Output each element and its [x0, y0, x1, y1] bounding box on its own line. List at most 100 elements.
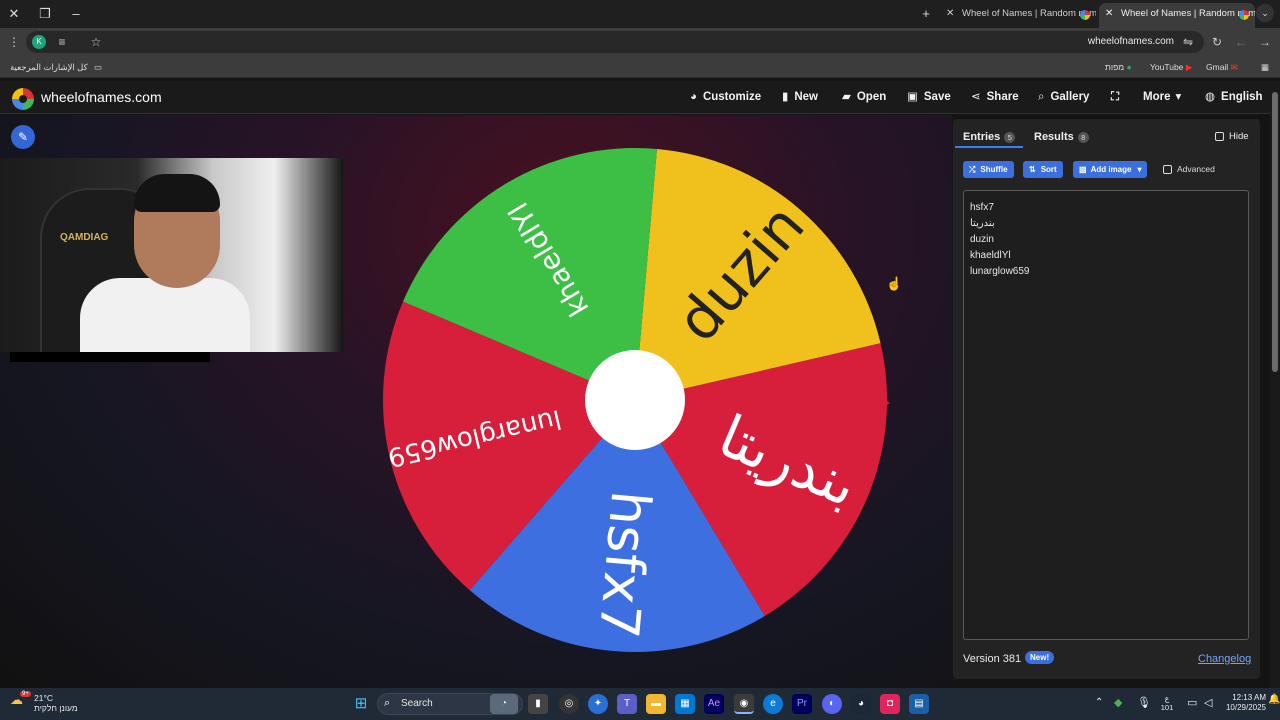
close-tab-icon[interactable]: ✕	[946, 3, 954, 25]
bookmark-youtube[interactable]: YouTube ▶	[1150, 56, 1192, 78]
app-icon[interactable]: ◎	[559, 694, 579, 714]
bookmark-gmail[interactable]: Gmail ✉	[1206, 56, 1238, 78]
person-hair	[134, 174, 220, 212]
copilot-icon[interactable]: ✦	[588, 694, 608, 714]
volume-icon[interactable]: ◁	[1204, 696, 1212, 709]
apps-grid-icon[interactable]: ▦	[1261, 56, 1269, 78]
new-button[interactable]: ▮ New	[782, 89, 818, 105]
after-effects-icon[interactable]: Ae	[704, 694, 724, 714]
save-button[interactable]: ▣ Save	[907, 89, 951, 105]
edge-icon[interactable]: e	[763, 694, 783, 714]
close-window-icon[interactable]: ✕	[4, 4, 24, 24]
tab-search-icon[interactable]: ⌄	[1256, 4, 1274, 22]
forward-arrow-icon[interactable]: →	[1255, 31, 1275, 53]
task-view-icon[interactable]: ▮	[528, 694, 548, 714]
all-bookmarks-label: كل الإشارات المرجعية	[10, 62, 88, 72]
scrollbar-thumb[interactable]	[1272, 92, 1278, 372]
globe-icon: ◍	[1205, 91, 1216, 103]
open-button[interactable]: ▰ Open	[842, 89, 886, 105]
checkbox-icon[interactable]	[1163, 165, 1172, 175]
tab-title: Wheel of Names | Random nam	[962, 8, 1096, 19]
share-label: Share	[986, 91, 1019, 103]
add-image-button[interactable]: ▨ Add image ▾	[1073, 161, 1148, 178]
app-blue-icon[interactable]: ▤	[909, 694, 929, 714]
premiere-icon[interactable]: Pr	[792, 694, 812, 714]
windows-start-icon[interactable]: ⊞	[351, 694, 371, 714]
maps-pin-icon: ●	[1126, 62, 1132, 72]
keyboard-language[interactable]: ع 101	[1160, 694, 1174, 712]
menu-kebab-icon[interactable]: ⋮	[4, 31, 24, 53]
new-label: New	[794, 91, 818, 103]
checkbox-icon[interactable]	[1215, 131, 1224, 141]
entry-line: khaeldlYl	[970, 250, 1011, 261]
store-icon[interactable]: ▦	[675, 694, 695, 714]
browser-tab[interactable]: ✕ Wheel of Names | Random nam	[940, 3, 1096, 28]
network-icon[interactable]: ▭	[1187, 696, 1197, 709]
url-text[interactable]: wheelofnames.com	[1088, 31, 1174, 53]
minimize-window-icon[interactable]: –	[66, 4, 86, 24]
bookmark-youtube-label: YouTube	[1150, 62, 1184, 72]
address-bar[interactable]	[26, 31, 1204, 53]
file-explorer-icon[interactable]: ▬	[646, 694, 666, 714]
share-button[interactable]: ⋖ Share	[971, 89, 1019, 105]
wheel-segment-label: hsfx7	[587, 488, 663, 641]
hide-checkbox[interactable]: Hide	[1215, 131, 1249, 143]
edit-pencil-icon[interactable]: ✎	[11, 125, 35, 149]
discord-icon[interactable]: ◐	[822, 694, 842, 714]
changelog-link[interactable]: Changelog	[1198, 652, 1251, 666]
close-tab-icon[interactable]: ✕	[1105, 3, 1113, 25]
bookmark-maps-label: מפות	[1105, 62, 1125, 72]
bookmark-star-icon[interactable]: ☆	[86, 31, 106, 53]
restore-window-icon[interactable]: ❐	[35, 4, 55, 24]
palette-icon: ◕	[690, 91, 697, 103]
tab-results-label: Results	[1034, 131, 1074, 143]
results-count-badge: 8	[1077, 132, 1089, 143]
notifications-icon[interactable]: 🔔	[1268, 694, 1280, 705]
chrome-icon[interactable]: ◉	[734, 694, 754, 714]
shuffle-label: Shuffle	[980, 165, 1008, 174]
advanced-checkbox[interactable]: Advanced	[1163, 164, 1215, 175]
lang-top: ع	[1164, 694, 1170, 703]
entry-line: lunarglow659	[970, 266, 1030, 277]
language-button[interactable]: ◍ English	[1205, 89, 1263, 105]
lang-bottom: 101	[1160, 703, 1174, 712]
taskbar-clock[interactable]: 12:13 AM 10/29/2025	[1224, 693, 1266, 713]
bookmark-maps[interactable]: מפות ●	[1105, 56, 1132, 78]
reload-icon[interactable]: ↻	[1207, 31, 1227, 53]
sort-label: Sort	[1040, 165, 1057, 174]
wheel-center-hub[interactable]	[585, 350, 685, 450]
weather-widget[interactable]: 21°C מעונן חלקית	[34, 693, 78, 713]
browser-tab-active[interactable]: ✕ Wheel of Names | Random nam	[1099, 3, 1255, 28]
advanced-label: Advanced	[1177, 164, 1215, 174]
profile-avatar[interactable]: K	[32, 35, 46, 49]
new-tab-icon[interactable]: +	[916, 4, 936, 24]
customize-button[interactable]: ◕ Customize	[690, 89, 761, 105]
sort-icon: ⇅	[1029, 165, 1036, 174]
spin-wheel[interactable]: duzinبندريتاhsfx7lunarglow659khaeldlYl	[380, 145, 890, 655]
youtube-icon: ▶	[1185, 62, 1193, 72]
clock-time: 12:13 AM	[1232, 693, 1266, 702]
entries-textarea[interactable]: hsfx7 بندريتا duzin khaeldlYl lunarglow6…	[963, 190, 1249, 640]
site-brand[interactable]: wheelofnames.com	[41, 89, 162, 105]
steam-icon[interactable]: ◕	[851, 694, 871, 714]
chair-brand-text: QAMDIAG	[60, 232, 109, 243]
search-icon: ⌕	[1038, 91, 1045, 103]
all-bookmarks-link[interactable]: كل الإشارات المرجعية ▭	[10, 56, 102, 78]
tab-results[interactable]: Results 8	[1034, 130, 1089, 144]
tab-entries[interactable]: Entries 5	[963, 130, 1016, 144]
tray-overflow-icon[interactable]: ⌃	[1095, 697, 1103, 708]
back-arrow-icon[interactable]: ←	[1231, 31, 1251, 53]
microphone-icon[interactable]: 🎙	[1137, 696, 1151, 709]
add-image-label: Add image	[1090, 165, 1132, 174]
teams-icon[interactable]: T	[617, 694, 637, 714]
shuffle-button[interactable]: ⤮ Shuffle	[963, 161, 1014, 178]
gallery-button[interactable]: ⌕ Gallery	[1038, 89, 1089, 105]
reading-list-icon[interactable]: ≡	[52, 31, 72, 53]
app-red-icon[interactable]: ◘	[880, 694, 900, 714]
tray-app-icon[interactable]: ◆	[1114, 696, 1122, 709]
sort-button[interactable]: ⇅ Sort	[1023, 161, 1063, 178]
wheel-logo-icon[interactable]	[12, 88, 34, 110]
site-settings-icon[interactable]: ⇋	[1178, 31, 1198, 53]
fullscreen-icon[interactable]: ⛶	[1111, 89, 1119, 105]
more-button[interactable]: More ▾	[1143, 89, 1187, 105]
